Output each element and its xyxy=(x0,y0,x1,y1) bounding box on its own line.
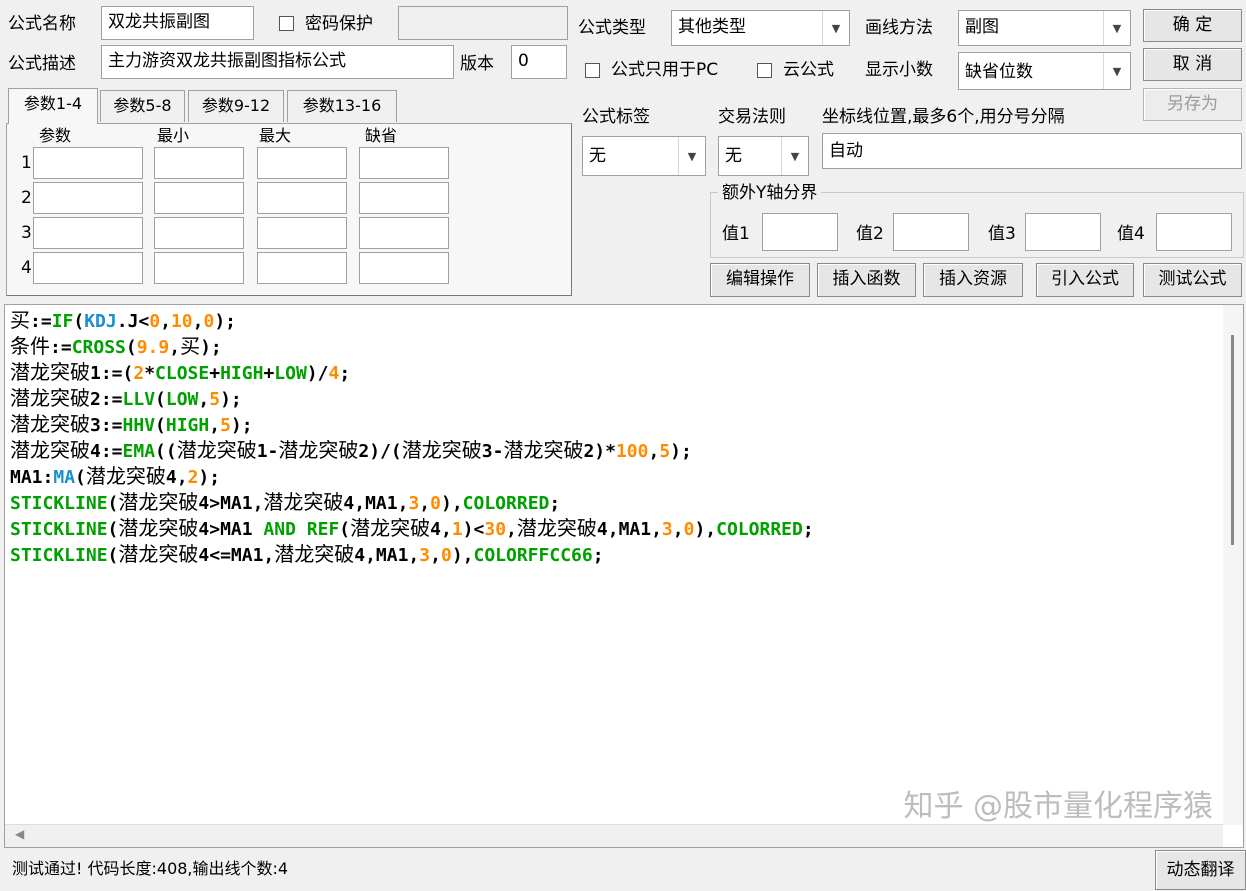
param-header-min: 最小 xyxy=(157,126,190,145)
param-4-name[interactable] xyxy=(33,252,143,284)
decimals-label: 显示小数 xyxy=(865,60,933,80)
code-line[interactable]: STICKLINE(潜龙突破4>MA1 AND REF(潜龙突破4,1)<30,… xyxy=(10,515,814,543)
edit-ops-button[interactable]: 编辑操作 xyxy=(710,263,810,297)
test-formula-button[interactable]: 测试公式 xyxy=(1143,263,1242,297)
param-header-name: 参数 xyxy=(39,126,72,145)
value3-input[interactable] xyxy=(1025,213,1101,251)
draw-method-label: 画线方法 xyxy=(865,18,933,38)
status-message: 测试通过! 代码长度:408,输出线个数:4 xyxy=(12,859,289,878)
chevron-down-icon[interactable]: ▼ xyxy=(678,137,705,175)
decimals-value: 缺省位数 xyxy=(965,62,1033,82)
code-line[interactable]: 条件:=CROSS(9.9,买); xyxy=(10,333,222,361)
chevron-down-icon[interactable]: ▼ xyxy=(1103,11,1130,45)
code-line[interactable]: 潜龙突破3:=HHV(HIGH,5); xyxy=(10,411,253,439)
formula-type-select[interactable]: 其他类型 ▼ xyxy=(671,10,850,46)
code-line[interactable]: MA1:MA(潜龙突破4,2); xyxy=(10,463,220,491)
value4-input[interactable] xyxy=(1156,213,1232,251)
formula-desc-input[interactable]: 主力游资双龙共振副图指标公式 xyxy=(101,45,454,79)
param-3-name[interactable] xyxy=(33,217,143,249)
axis-position-label: 坐标线位置,最多6个,用分号分隔 xyxy=(822,107,1065,127)
formula-tag-value: 无 xyxy=(589,146,606,166)
value1-label: 值1 xyxy=(722,224,750,244)
version-input[interactable]: 0 xyxy=(511,45,567,79)
formula-desc-label: 公式描述 xyxy=(8,54,76,74)
value2-label: 值2 xyxy=(856,224,884,244)
vertical-scrollbar[interactable] xyxy=(1223,305,1243,825)
pc-only-label: 公式只用于PC xyxy=(611,60,719,80)
formula-tag-label: 公式标签 xyxy=(582,107,650,127)
scroll-left-icon[interactable]: ◀ xyxy=(15,827,24,841)
param-2-min[interactable] xyxy=(154,182,244,214)
param-1-max[interactable] xyxy=(257,147,347,179)
draw-method-select[interactable]: 副图 ▼ xyxy=(958,10,1131,46)
cloud-checkbox[interactable] xyxy=(757,63,772,78)
code-editor[interactable]: 买:=IF(KDJ.J<0,10,0); 条件:=CROSS(9.9,买); 潜龙突… xyxy=(4,304,1244,848)
cloud-label: 云公式 xyxy=(783,60,834,80)
code-line[interactable]: 潜龙突破1:=(2*CLOSE+HIGH+LOW)/4; xyxy=(10,359,350,387)
code-line[interactable]: 潜龙突破4:=EMA((潜龙突破1-潜龙突破2)/(潜龙突破3-潜龙突破2)*1… xyxy=(10,437,692,465)
formula-name-input[interactable]: 双龙共振副图 xyxy=(101,6,254,40)
param-2-default[interactable] xyxy=(359,182,449,214)
param-3-default[interactable] xyxy=(359,217,449,249)
decimals-select[interactable]: 缺省位数 ▼ xyxy=(958,52,1131,90)
value1-input[interactable] xyxy=(762,213,838,251)
insert-function-button[interactable]: 插入函数 xyxy=(817,263,916,297)
password-label: 密码保护 xyxy=(305,14,373,34)
param-1-default[interactable] xyxy=(359,147,449,179)
cancel-button[interactable]: 取 消 xyxy=(1143,48,1242,81)
value3-label: 值3 xyxy=(988,224,1016,244)
insert-resource-button[interactable]: 插入资源 xyxy=(923,263,1023,297)
tab-params-13-16[interactable]: 参数13-16 xyxy=(287,90,397,122)
param-4-default[interactable] xyxy=(359,252,449,284)
param-3-min[interactable] xyxy=(154,217,244,249)
value4-label: 值4 xyxy=(1117,224,1145,244)
ok-button[interactable]: 确 定 xyxy=(1143,9,1242,42)
formula-type-value: 其他类型 xyxy=(678,17,746,37)
draw-method-value: 副图 xyxy=(965,17,999,37)
trade-rule-label: 交易法则 xyxy=(718,107,786,127)
trade-rule-select[interactable]: 无 ▼ xyxy=(718,136,809,176)
dynamic-translate-button[interactable]: 动态翻译 xyxy=(1155,850,1246,890)
param-2-name[interactable] xyxy=(33,182,143,214)
save-as-button: 另存为 xyxy=(1143,88,1242,121)
param-1-min[interactable] xyxy=(154,147,244,179)
param-header-max: 最大 xyxy=(259,126,292,145)
code-line[interactable]: STICKLINE(潜龙突破4>MA1,潜龙突破4,MA1,3,0),COLOR… xyxy=(10,489,560,517)
code-line[interactable]: STICKLINE(潜龙突破4<=MA1,潜龙突破4,MA1,3,0),COLO… xyxy=(10,541,604,569)
formula-type-label: 公式类型 xyxy=(578,18,646,38)
version-label: 版本 xyxy=(460,54,494,74)
param-1-name[interactable] xyxy=(33,147,143,179)
param-header-default: 缺省 xyxy=(365,126,398,145)
param-4-min[interactable] xyxy=(154,252,244,284)
code-line[interactable]: 潜龙突破2:=LLV(LOW,5); xyxy=(10,385,242,413)
axis-position-input[interactable]: 自动 xyxy=(822,133,1242,169)
formula-name-label: 公式名称 xyxy=(8,14,76,34)
password-input xyxy=(398,6,568,40)
formula-tag-select[interactable]: 无 ▼ xyxy=(582,136,706,176)
params-panel: 参数 最小 最大 缺省 1 2 3 4 xyxy=(6,123,572,296)
horizontal-scrollbar[interactable]: ◀ xyxy=(5,824,1223,847)
param-4-max[interactable] xyxy=(257,252,347,284)
value2-input[interactable] xyxy=(893,213,969,251)
watermark: 知乎 @股市量化程序猿 xyxy=(903,789,1213,824)
extra-y-axis-label: 额外Y轴分界 xyxy=(718,181,822,205)
param-2-max[interactable] xyxy=(257,182,347,214)
scrollbar-thumb[interactable] xyxy=(1231,335,1234,545)
chevron-down-icon[interactable]: ▼ xyxy=(781,137,808,175)
chevron-down-icon[interactable]: ▼ xyxy=(1103,53,1130,89)
tab-params-5-8[interactable]: 参数5-8 xyxy=(100,90,185,122)
tab-params-1-4[interactable]: 参数1-4 xyxy=(8,88,98,124)
pc-only-checkbox[interactable] xyxy=(585,63,600,78)
import-formula-button[interactable]: 引入公式 xyxy=(1036,263,1134,297)
code-line[interactable]: 买:=IF(KDJ.J<0,10,0); xyxy=(10,307,236,335)
param-3-max[interactable] xyxy=(257,217,347,249)
trade-rule-value: 无 xyxy=(725,146,742,166)
chevron-down-icon[interactable]: ▼ xyxy=(822,11,849,45)
tab-params-9-12[interactable]: 参数9-12 xyxy=(188,90,284,122)
password-checkbox[interactable] xyxy=(279,16,294,31)
